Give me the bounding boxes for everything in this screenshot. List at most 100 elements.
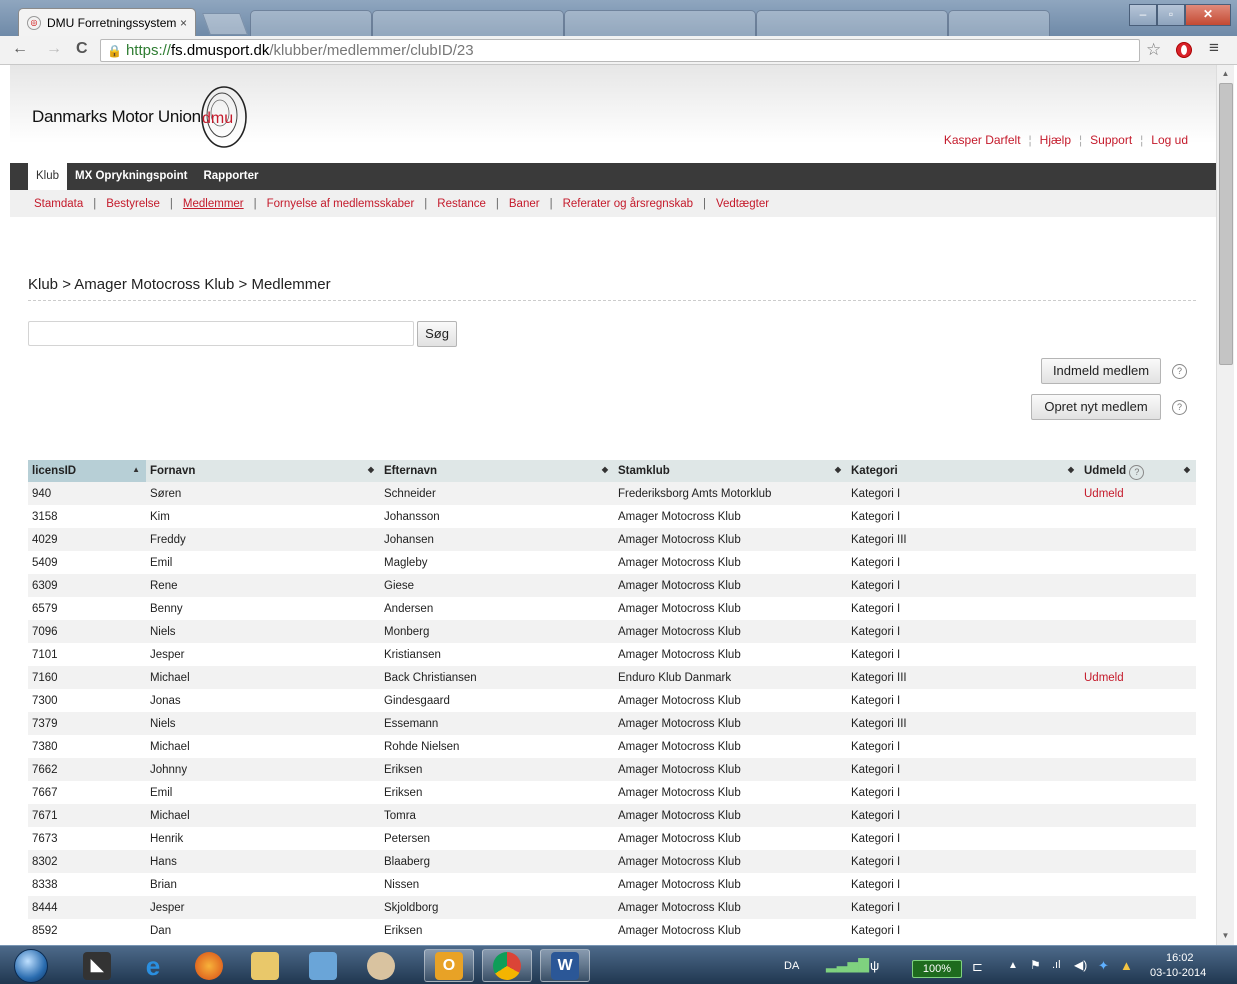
taskbar-app-icon[interactable]: ◣ [72, 949, 122, 982]
column-header-fornavn[interactable]: Fornavn ◆ [146, 460, 380, 482]
tab-close-icon[interactable]: × [180, 16, 187, 30]
taskbar-outlook-icon[interactable]: O [424, 949, 474, 982]
extension-icon[interactable] [1176, 42, 1192, 58]
table-row[interactable]: 7667 Emil Eriksen Amager Motocross Klub Kate… [28, 781, 1196, 804]
table-row[interactable]: 7101 Jesper Kristiansen Amager Motocross Kl… [28, 643, 1196, 666]
flag-icon[interactable]: ⚑ [1030, 958, 1041, 972]
browser-tab-background[interactable] [948, 10, 1050, 37]
table-row[interactable]: 7096 Niels Monberg Amager Motocross Klub Kat… [28, 620, 1196, 643]
close-window-icon[interactable]: ✕ [1185, 4, 1231, 26]
subnav-restance[interactable]: Restance [437, 198, 486, 210]
taskbar-paint-icon[interactable] [356, 949, 406, 982]
table-row[interactable]: 7673 Henrik Petersen Amager Motocross Klub K… [28, 827, 1196, 850]
language-indicator[interactable]: DA [784, 960, 799, 972]
battery-indicator[interactable]: 100% [912, 960, 962, 978]
search-button[interactable]: Søg [417, 321, 457, 347]
subnav-baner[interactable]: Baner [509, 198, 540, 210]
table-row[interactable]: 6579 Benny Andersen Amager Motocross Klub Ka… [28, 597, 1196, 620]
minimize-icon[interactable]: ‒ [1129, 4, 1157, 26]
help-link[interactable]: Hjælp [1032, 133, 1079, 147]
subnav-medlemmer[interactable]: Medlemmer [183, 198, 244, 210]
create-member-button[interactable]: Opret nyt medlem [1031, 394, 1161, 420]
back-arrow-icon[interactable]: ← [12, 40, 28, 58]
table-row[interactable]: 7300 Jonas Gindesgaard Amager Motocross Klu… [28, 689, 1196, 712]
table-row[interactable]: 3158 Kim Johansson Amager Motocross Klub Kat… [28, 505, 1196, 528]
vertical-scrollbar[interactable]: ▲ ▼ [1216, 65, 1234, 945]
browser-tab-active[interactable]: ◎ DMU Forretningssystem × [18, 8, 196, 36]
table-row[interactable]: 7160 Michael Back Christiansen Enduro Klub … [28, 666, 1196, 689]
browser-tab-background[interactable] [756, 10, 948, 37]
logout-link[interactable]: Log ud [1143, 133, 1196, 147]
table-row[interactable]: 7380 Michael Rohde Nielsen Amager Motocross… [28, 735, 1196, 758]
subnav-vedtaegter[interactable]: Vedtægter [716, 198, 769, 210]
enroll-member-button[interactable]: Indmeld medlem [1041, 358, 1161, 384]
column-header-kategori[interactable]: Kategori ◆ [847, 460, 1080, 482]
browser-tab-background[interactable] [564, 10, 756, 37]
user-name-link[interactable]: Kasper Darfelt [936, 133, 1029, 147]
table-row[interactable]: 940 Søren Schneider Frederiksborg Amts Moto… [28, 482, 1196, 505]
browser-menu-icon[interactable]: ≡ [1209, 38, 1219, 58]
browser-tab-background[interactable] [250, 10, 372, 37]
column-header-stamklub[interactable]: Stamklub ◆ [614, 460, 847, 482]
taskbar-word-icon[interactable]: W [540, 949, 590, 982]
table-row[interactable]: 7379 Niels Essemann Amager Motocross Klub Ka… [28, 712, 1196, 735]
column-header-udmeld[interactable]: Udmeld ? ◆ [1080, 460, 1196, 482]
signal-icon[interactable]: ▂▃▅▇ [826, 956, 869, 973]
start-button-icon[interactable] [14, 949, 48, 983]
clock-time[interactable]: 16:02 [1166, 952, 1194, 964]
dmu-logo-icon[interactable]: dmu [198, 85, 250, 149]
taskbar-explorer-icon[interactable] [240, 949, 290, 982]
network-icon[interactable]: .ıl [1052, 959, 1061, 971]
support-link[interactable]: Support [1082, 133, 1140, 147]
taskbar-chrome-icon[interactable] [482, 949, 532, 982]
scroll-up-icon[interactable]: ▲ [1217, 67, 1234, 81]
browser-tab-background[interactable] [372, 10, 564, 37]
scroll-down-icon[interactable]: ▼ [1217, 929, 1234, 943]
help-icon[interactable]: ? [1129, 464, 1145, 480]
forward-arrow-icon[interactable]: → [46, 40, 62, 58]
column-header-licensid[interactable]: licensID ▲ [28, 460, 146, 482]
column-header-efternavn[interactable]: Efternavn ◆ [380, 460, 614, 482]
help-icon[interactable]: ? [1172, 364, 1187, 379]
table-row[interactable]: 8444 Jesper Skjoldborg Amager Motocross Klu… [28, 896, 1196, 919]
drive-icon[interactable]: ▲ [1120, 958, 1133, 973]
table-row[interactable]: 7662 Johnny Eriksen Amager Motocross Klub Ka… [28, 758, 1196, 781]
scrollbar-thumb[interactable] [1219, 83, 1233, 365]
show-hidden-icons-icon[interactable]: ▲ [1008, 960, 1018, 971]
dropbox-icon[interactable]: ✦ [1098, 958, 1109, 974]
table-row[interactable]: 8338 Brian Nissen Amager Motocross Klub Kate… [28, 873, 1196, 896]
clock-date[interactable]: 03-10-2014 [1150, 967, 1206, 979]
table-row[interactable]: 5409 Emil Magleby Amager Motocross Klub Kate… [28, 551, 1196, 574]
wireless-icon[interactable]: ψ [870, 958, 879, 973]
volume-icon[interactable]: ◀) [1074, 958, 1087, 972]
search-input[interactable] [28, 321, 414, 346]
nav-item-rapporter[interactable]: Rapporter [195, 163, 266, 190]
table-row[interactable]: 6309 Rene Giese Amager Motocross Klub Katego… [28, 574, 1196, 597]
table-row[interactable]: 8302 Hans Blaaberg Amager Motocross Klub Kat… [28, 850, 1196, 873]
cell-udmeld[interactable]: Udmeld [1080, 666, 1196, 689]
cell-fornavn: Brian [150, 878, 177, 891]
table-row[interactable]: 8592 Dan Eriksen Amager Motocross Klub Kateg… [28, 919, 1196, 942]
table-row[interactable]: 4029 Freddy Johansen Amager Motocross Klub K… [28, 528, 1196, 551]
taskbar-ie-icon[interactable]: e [128, 949, 178, 982]
subnav-referater[interactable]: Referater og årsregnskab [563, 198, 693, 210]
subnav-stamdata[interactable]: Stamdata [34, 198, 83, 210]
cell-udmeld[interactable]: Udmeld [1080, 482, 1196, 505]
help-icon[interactable]: ? [1172, 400, 1187, 415]
firefox-icon [195, 951, 223, 980]
nav-item-mx-oprykningspoint[interactable]: MX Oprykningspoint [67, 163, 195, 190]
cell-fornavn: Michael [146, 804, 380, 827]
logo-text[interactable]: Danmarks Motor Union [32, 107, 201, 127]
reload-icon[interactable]: C [76, 40, 88, 58]
taskbar-app-icon[interactable] [298, 949, 348, 982]
taskbar-firefox-icon[interactable] [184, 949, 234, 982]
bookmark-star-icon[interactable]: ☆ [1146, 40, 1161, 60]
subnav-fornyelse[interactable]: Fornyelse af medlemsskaber [267, 198, 415, 210]
url-field[interactable]: 🔒 https://fs.dmusport.dk/klubber/medlemme… [100, 39, 1140, 62]
nav-item-klub[interactable]: Klub [28, 163, 68, 190]
subnav-bestyrelse[interactable]: Bestyrelse [106, 198, 160, 210]
new-tab-button[interactable] [201, 13, 249, 35]
maximize-icon[interactable]: ▫ [1157, 4, 1185, 26]
power-plug-icon[interactable]: ⊏ [972, 959, 983, 975]
table-row[interactable]: 7671 Michael Tomra Amager Motocross Klub Kat… [28, 804, 1196, 827]
